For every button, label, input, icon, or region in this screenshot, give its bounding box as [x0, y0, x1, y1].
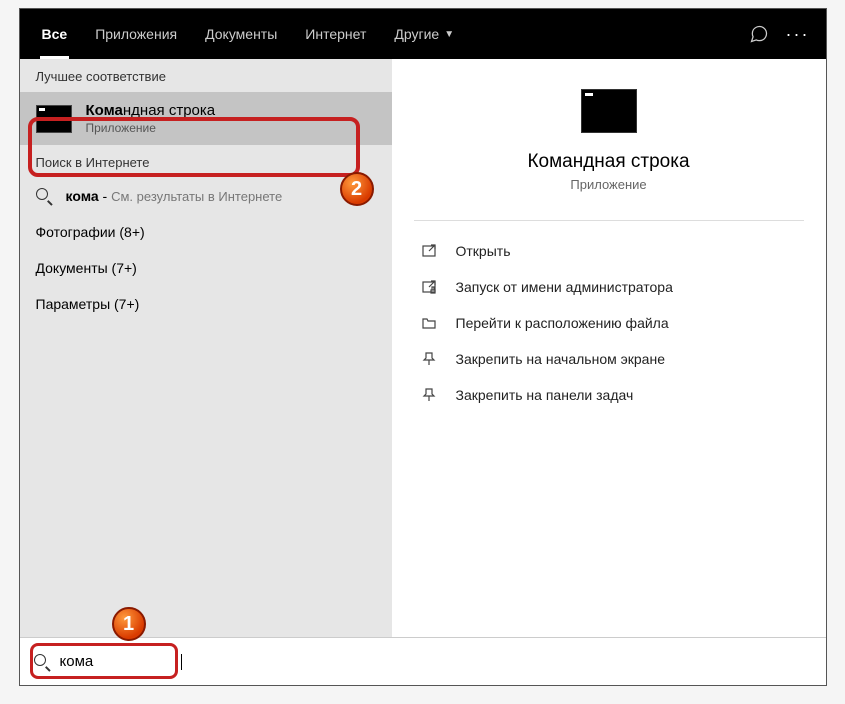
annotation-badge-2: 2	[340, 172, 374, 206]
more-icon[interactable]: ···	[786, 24, 810, 45]
best-match-item[interactable]: Командная строка Приложение	[20, 92, 392, 145]
folder-icon	[418, 315, 440, 331]
search-input[interactable]	[60, 653, 180, 670]
search-icon	[36, 188, 52, 204]
pin-taskbar-icon	[418, 387, 440, 403]
pin-start-icon	[418, 351, 440, 367]
action-label: Открыть	[456, 243, 511, 259]
tab-all[interactable]: Все	[28, 9, 82, 59]
results-panel: Лучшее соответствие Командная строка При…	[20, 59, 392, 637]
action-label: Закрепить на начальном экране	[456, 351, 666, 367]
web-search-header: Поиск в Интернете	[20, 145, 392, 178]
search-window: Все Приложения Документы Интернет Другие…	[19, 8, 827, 686]
action-file-location[interactable]: Перейти к расположению файла	[414, 305, 804, 341]
category-documents[interactable]: Документы (7+)	[20, 250, 392, 286]
chevron-down-icon: ▼	[444, 29, 454, 40]
filter-tabs: Все Приложения Документы Интернет Другие…	[28, 9, 748, 59]
tab-documents[interactable]: Документы	[191, 9, 291, 59]
category-photos[interactable]: Фотографии (8+)	[20, 214, 392, 250]
best-match-subtitle: Приложение	[86, 121, 216, 135]
annotation-badge-1: 1	[112, 607, 146, 641]
preview-title: Командная строка	[527, 151, 689, 173]
preview-panel: Командная строка Приложение Открыть Запу…	[392, 59, 826, 637]
action-label: Закрепить на панели задач	[456, 387, 634, 403]
preview-cmd-icon	[581, 89, 637, 133]
action-label: Запуск от имени администратора	[456, 279, 673, 295]
header-bar: Все Приложения Документы Интернет Другие…	[20, 9, 826, 59]
open-icon	[418, 243, 440, 259]
action-pin-start[interactable]: Закрепить на начальном экране	[414, 341, 804, 377]
search-icon	[34, 654, 50, 670]
action-run-admin[interactable]: Запуск от имени администратора	[414, 269, 804, 305]
best-match-header: Лучшее соответствие	[20, 59, 392, 92]
tab-other[interactable]: Другие▼	[380, 9, 468, 59]
divider	[414, 220, 804, 221]
preview-subtitle: Приложение	[570, 177, 646, 192]
action-label: Перейти к расположению файла	[456, 315, 669, 331]
action-open[interactable]: Открыть	[414, 233, 804, 269]
cmd-icon	[36, 105, 72, 133]
action-pin-taskbar[interactable]: Закрепить на панели задач	[414, 377, 804, 413]
web-search-item[interactable]: кома - См. результаты в Интернете ›	[20, 178, 392, 214]
feedback-icon[interactable]	[748, 23, 770, 45]
category-settings[interactable]: Параметры (7+)	[20, 286, 392, 322]
best-match-title: Командная строка	[86, 102, 216, 119]
tab-internet[interactable]: Интернет	[291, 9, 380, 59]
admin-icon	[418, 279, 440, 295]
tab-apps[interactable]: Приложения	[81, 9, 191, 59]
search-bar	[20, 637, 826, 685]
